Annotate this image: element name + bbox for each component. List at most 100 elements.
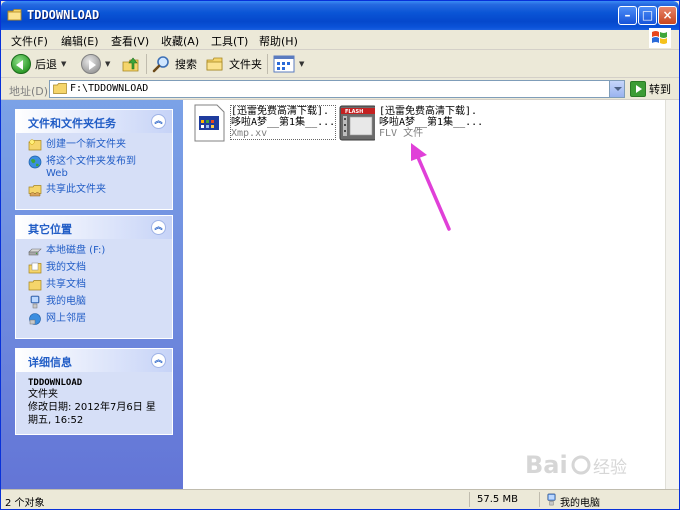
folders-icon [206, 57, 223, 71]
file-item[interactable]: [迅雷免费高清下载]. 哆啦A梦__第1集__... Xmp.xv [191, 104, 337, 144]
details-header[interactable]: 详细信息 ︽ [16, 349, 172, 372]
status-divider [539, 492, 540, 507]
search-button[interactable]: 搜索 [151, 53, 197, 75]
file-name-line1: [迅雷免费高清下载]. [231, 106, 330, 117]
shared-docs-icon [28, 280, 42, 291]
place-shared-docs-label: 共享文档 [46, 279, 86, 290]
collapse-icon[interactable]: ︽ [151, 353, 166, 368]
place-shared-docs[interactable]: 共享文档 [28, 279, 172, 292]
status-size: 57.5 MB [477, 494, 518, 505]
file-type: Xmp.xv [231, 128, 268, 139]
file-tasks-title: 文件和文件夹任务 [28, 117, 116, 130]
explorer-window: TDDOWNLOAD – □ × 文件(F) 编辑(E) 查看(V) 收藏(A)… [0, 0, 680, 510]
flash-file-icon: FLASH [339, 105, 375, 141]
documents-icon [28, 262, 42, 274]
back-label: 后退 [35, 58, 57, 71]
chevron-down-icon[interactable]: ▼ [299, 60, 304, 68]
toolbar-divider [146, 54, 147, 74]
share-folder-icon [28, 185, 42, 197]
place-local-disk-label: 本地磁盘 (F:) [46, 245, 106, 256]
place-my-documents[interactable]: 我的文档 [28, 262, 172, 275]
windows-logo-icon [649, 28, 671, 48]
title-bar[interactable]: TDDOWNLOAD – □ × [1, 1, 679, 30]
views-icon [273, 55, 295, 73]
collapse-icon[interactable]: ︽ [151, 114, 166, 129]
address-input[interactable]: F:\TDDOWNLOAD [49, 80, 625, 98]
forward-arrow-icon [81, 54, 101, 74]
computer-icon [30, 295, 40, 309]
status-object-count: 2 个对象 [5, 498, 45, 509]
other-places-panel: 其它位置 ︽ 本地磁盘 (F:) 我的文档 共享文档 我的电脑 网上邻居 [15, 215, 173, 339]
menu-help[interactable]: 帮助(H) [259, 33, 298, 49]
address-dropdown-button[interactable] [609, 81, 624, 97]
go-label: 转到 [649, 83, 671, 96]
collapse-icon[interactable]: ︽ [151, 220, 166, 235]
task-new-folder-label: 创建一个新文件夹 [46, 139, 126, 150]
task-publish-web[interactable]: 将这个文件夹发布到 Web [28, 155, 172, 180]
annotation-arrow-icon [411, 143, 451, 231]
place-my-documents-label: 我的文档 [46, 262, 86, 273]
place-network-label: 网上邻居 [46, 313, 86, 324]
menu-bar: 文件(F) 编辑(E) 查看(V) 收藏(A) 工具(T) 帮助(H) [1, 30, 679, 50]
file-item[interactable]: FLASH [迅雷免费高清下载]. 哆啦A梦__第1集__... FLV 文件 [339, 104, 489, 144]
file-name-line2: 哆啦A梦__第1集__... [379, 117, 484, 128]
details-modified-2: 期五, 16:52 [28, 415, 84, 426]
menu-view[interactable]: 查看(V) [111, 33, 149, 49]
svg-text:经验: 经验 [593, 458, 627, 478]
place-local-disk[interactable]: 本地磁盘 (F:) [28, 245, 172, 258]
task-publish-web-label: 将这个文件夹发布到 [46, 156, 136, 167]
chevron-down-icon[interactable]: ▼ [61, 60, 66, 68]
back-arrow-icon [11, 54, 31, 74]
up-folder-button[interactable] [121, 53, 141, 75]
network-icon [29, 313, 41, 325]
go-arrow-icon [630, 81, 646, 97]
file-tasks-header[interactable]: 文件和文件夹任务 ︽ [16, 110, 172, 133]
svg-text:Bai: Bai [525, 451, 568, 479]
svg-text:FLASH: FLASH [345, 109, 363, 115]
search-icon [152, 56, 169, 73]
other-places-header[interactable]: 其它位置 ︽ [16, 216, 172, 239]
task-publish-web-label-2: Web [46, 168, 68, 179]
menu-edit[interactable]: 编辑(E) [61, 33, 99, 49]
forward-button[interactable]: ▼ [81, 53, 110, 75]
place-my-computer-label: 我的电脑 [46, 296, 86, 307]
status-divider [469, 492, 470, 507]
back-button[interactable]: 后退 ▼ [11, 53, 66, 75]
file-name-line1: [迅雷免费高清下载]. [379, 106, 478, 117]
status-bar: 2 个对象 57.5 MB 我的电脑 [1, 489, 679, 509]
toolbar: 后退 ▼ ▼ 搜索 文件夹 ▼ [1, 50, 679, 78]
menu-tools[interactable]: 工具(T) [211, 33, 248, 49]
details-panel: 详细信息 ︽ TDDOWNLOAD 文件夹 修改日期: 2012年7月6日 星 … [15, 348, 173, 435]
chevron-down-icon[interactable]: ▼ [105, 60, 110, 68]
folders-button[interactable]: 文件夹 [205, 53, 262, 75]
globe-icon [28, 155, 42, 169]
place-my-computer[interactable]: 我的电脑 [28, 295, 172, 309]
other-places-title: 其它位置 [28, 223, 72, 236]
menu-file[interactable]: 文件(F) [11, 33, 48, 49]
vertical-scrollbar[interactable] [665, 100, 679, 489]
task-share-folder[interactable]: 共享此文件夹 [28, 184, 172, 197]
new-folder-icon [28, 139, 42, 151]
close-button[interactable]: × [658, 6, 677, 25]
computer-icon [547, 493, 556, 506]
task-new-folder[interactable]: 创建一个新文件夹 [28, 139, 172, 152]
folder-icon [53, 83, 67, 94]
minimize-button[interactable]: – [618, 6, 637, 25]
menu-favorites[interactable]: 收藏(A) [161, 33, 199, 49]
toolbar-divider [267, 54, 268, 74]
search-label: 搜索 [175, 58, 197, 71]
maximize-button[interactable]: □ [638, 6, 657, 25]
watermark-logo-icon: Bai 经验 [525, 451, 627, 479]
details-folder-name: TDDOWNLOAD [28, 378, 83, 388]
task-share-folder-label: 共享此文件夹 [46, 184, 106, 195]
address-value: F:\TDDOWNLOAD [70, 83, 149, 94]
go-button[interactable]: 转到 [630, 81, 671, 97]
details-folder-type: 文件夹 [28, 389, 58, 400]
file-name-line2: 哆啦A梦__第1集__... [231, 117, 336, 128]
details-title: 详细信息 [28, 356, 72, 369]
window-title: TDDOWNLOAD [27, 8, 100, 22]
up-folder-icon [122, 57, 139, 72]
folders-label: 文件夹 [229, 58, 262, 71]
place-network[interactable]: 网上邻居 [28, 313, 172, 326]
views-button[interactable]: ▼ [273, 53, 304, 75]
